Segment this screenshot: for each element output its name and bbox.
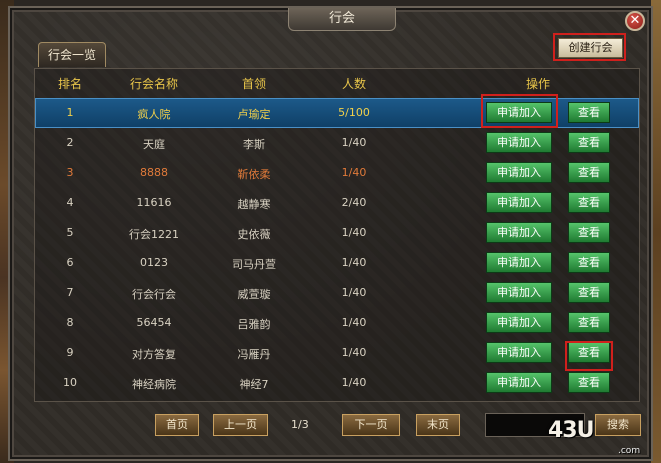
cell-rank: 9 xyxy=(66,346,74,359)
header-name: 行会名称 xyxy=(129,77,179,91)
cell-leader: 李斯 xyxy=(243,138,265,151)
view-button[interactable]: 查看 xyxy=(568,102,610,123)
cell-rank: 5 xyxy=(66,226,74,239)
table-row[interactable]: 7 行会行会 威萱璇 1/40 申请加入 查看 xyxy=(35,278,639,308)
table-row[interactable]: 2 天庭 李斯 1/40 申请加入 查看 xyxy=(35,128,639,158)
watermark-logo: 43U xyxy=(548,418,594,443)
header-leader: 首领 xyxy=(241,77,267,91)
view-button[interactable]: 查看 xyxy=(568,372,610,393)
cell-guild-name: 56454 xyxy=(136,316,172,329)
join-button[interactable]: 申请加入 xyxy=(486,222,552,243)
view-button[interactable]: 查看 xyxy=(568,162,610,183)
join-button[interactable]: 申请加入 xyxy=(486,162,552,183)
cell-leader: 卢瑜定 xyxy=(237,108,271,121)
cell-rank: 7 xyxy=(66,286,74,299)
view-button[interactable]: 查看 xyxy=(568,222,610,243)
cell-rank: 3 xyxy=(66,166,74,179)
cell-members: 1/40 xyxy=(341,316,367,329)
cell-guild-name: 8888 xyxy=(140,166,168,179)
join-button[interactable]: 申请加入 xyxy=(486,372,552,393)
create-guild-button[interactable]: 创建行会 xyxy=(558,38,623,58)
page-indicator: 1/3 xyxy=(291,418,309,431)
cell-guild-name: 疯人院 xyxy=(137,108,171,121)
join-button[interactable]: 申请加入 xyxy=(486,252,552,273)
cell-members: 1/40 xyxy=(341,286,367,299)
table-row[interactable]: 5 行会1221 史依薇 1/40 申请加入 查看 xyxy=(35,218,639,248)
table-row[interactable]: 3 8888 靳依柔 1/40 申请加入 查看 xyxy=(35,158,639,188)
header-rank: 排名 xyxy=(57,77,83,91)
cell-rank: 4 xyxy=(66,196,74,209)
join-button[interactable]: 申请加入 xyxy=(486,132,552,153)
cell-guild-name: 0123 xyxy=(140,256,168,269)
cell-members: 1/40 xyxy=(341,226,367,239)
cell-rank: 10 xyxy=(63,376,77,389)
cell-members: 1/40 xyxy=(341,136,367,149)
cell-guild-name: 行会行会 xyxy=(132,288,176,301)
cell-rank: 6 xyxy=(66,256,74,269)
table-row[interactable]: 6 0123 司马丹萱 1/40 申请加入 查看 xyxy=(35,248,639,278)
table-row[interactable]: 8 56454 吕雅韵 1/40 申请加入 查看 xyxy=(35,308,639,338)
join-button-highlight xyxy=(481,94,558,128)
view-button[interactable]: 查看 xyxy=(568,282,610,303)
last-page-button[interactable]: 末页 xyxy=(416,414,460,436)
join-button[interactable]: 申请加入 xyxy=(486,282,552,303)
view-button[interactable]: 查看 xyxy=(568,312,610,333)
cell-leader: 司马丹萱 xyxy=(232,258,276,271)
cell-leader: 靳依柔 xyxy=(237,168,271,181)
cell-members: 1/40 xyxy=(341,256,367,269)
cell-rank: 1 xyxy=(66,106,74,119)
create-guild-highlight: 创建行会 xyxy=(553,33,626,61)
cell-leader: 冯雁丹 xyxy=(237,348,271,361)
cell-leader: 越静寒 xyxy=(237,198,271,211)
cell-leader: 吕雅韵 xyxy=(237,318,271,331)
cell-leader: 威萱璇 xyxy=(237,288,271,301)
cell-rank: 8 xyxy=(66,316,74,329)
next-page-button[interactable]: 下一页 xyxy=(342,414,400,436)
table-row[interactable]: 10 神经病院 神经7 1/40 申请加入 查看 xyxy=(35,368,639,398)
header-actions: 操作 xyxy=(525,77,551,91)
prev-page-button[interactable]: 上一页 xyxy=(213,414,268,436)
cell-guild-name: 11616 xyxy=(136,196,172,209)
cell-leader: 神经7 xyxy=(239,378,269,391)
join-button[interactable]: 申请加入 xyxy=(486,312,552,333)
join-button[interactable]: 申请加入 xyxy=(486,342,552,363)
header-members: 人数 xyxy=(341,77,367,91)
cell-guild-name: 神经病院 xyxy=(132,378,176,391)
cell-members: 1/40 xyxy=(341,346,367,359)
first-page-button[interactable]: 首页 xyxy=(155,414,199,436)
join-button[interactable]: 申请加入 xyxy=(486,192,552,213)
search-button[interactable]: 搜索 xyxy=(595,414,641,436)
cell-leader: 史依薇 xyxy=(237,228,271,241)
tab-guild-list[interactable]: 行会一览 xyxy=(38,42,106,67)
cell-members: 2/40 xyxy=(341,196,367,209)
view-button[interactable]: 查看 xyxy=(568,132,610,153)
watermark-suffix: .com xyxy=(618,446,641,456)
table-row[interactable]: 4 11616 越静寒 2/40 申请加入 查看 xyxy=(35,188,639,218)
cell-guild-name: 行会1221 xyxy=(129,228,179,241)
cell-rank: 2 xyxy=(66,136,74,149)
cell-guild-name: 对方答复 xyxy=(132,348,176,361)
close-icon[interactable]: ✕ xyxy=(625,11,645,31)
table-row[interactable]: 9 对方答复 冯雁丹 1/40 申请加入 查看 xyxy=(35,338,639,368)
cell-members: 5/100 xyxy=(338,106,370,119)
cell-guild-name: 天庭 xyxy=(143,138,165,151)
cell-members: 1/40 xyxy=(341,166,367,179)
table-header: 排名 行会名称 首领 人数 操作 xyxy=(35,69,639,95)
view-button[interactable]: 查看 xyxy=(568,192,610,213)
view-button[interactable]: 查看 xyxy=(568,252,610,273)
view-button-highlight xyxy=(565,341,613,371)
cell-members: 1/40 xyxy=(341,376,367,389)
window-title: 行会 xyxy=(288,8,396,31)
